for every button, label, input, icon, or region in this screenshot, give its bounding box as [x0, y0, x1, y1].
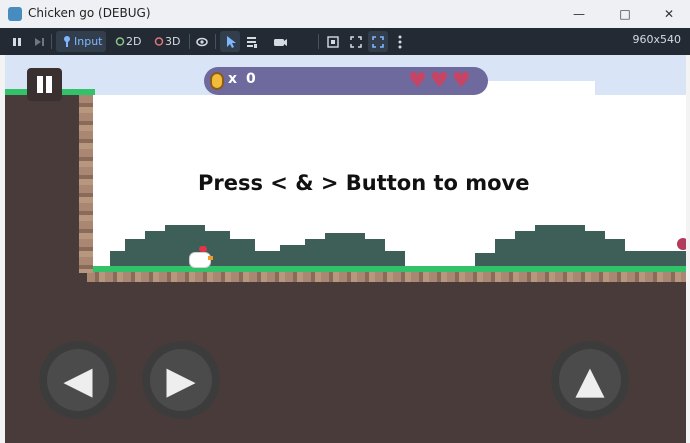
- cliff: [5, 93, 87, 283]
- list-icon: [247, 37, 257, 48]
- select-tool-button[interactable]: [220, 31, 240, 52]
- next-frame-icon: [35, 38, 44, 46]
- arrow-up-icon: ▲: [575, 358, 605, 402]
- window-title: Chicken go (DEBUG): [28, 6, 151, 20]
- minimize-button[interactable]: —: [556, 0, 602, 28]
- move-left-button[interactable]: ◀: [39, 341, 117, 419]
- camera-button[interactable]: [271, 31, 289, 52]
- pause-button[interactable]: [27, 68, 62, 101]
- list-tool-button[interactable]: [243, 31, 261, 52]
- joystick-icon: [64, 36, 70, 47]
- coin-icon: [210, 72, 224, 90]
- mode-2d-button[interactable]: 2D: [112, 31, 148, 52]
- fit-icon: [327, 36, 339, 48]
- tutorial-message: Press < & > Button to move: [198, 171, 530, 195]
- camera-icon: [274, 39, 287, 46]
- heart-icon: ♥: [430, 68, 449, 92]
- jump-button[interactable]: ▲: [551, 341, 629, 419]
- chicken-player: [187, 246, 213, 268]
- toolbar-separator: [189, 34, 190, 49]
- hud-bar: x 0 ♥ ♥ ♥: [204, 67, 488, 95]
- toolbar-separator: [215, 34, 216, 49]
- input-toggle[interactable]: Input: [56, 31, 106, 52]
- more-icon: [398, 35, 402, 49]
- suspend-button[interactable]: [8, 31, 26, 52]
- cliff-rock-edge: [79, 95, 93, 273]
- game-viewport[interactable]: x 0 ♥ ♥ ♥ Press < & > Button to move ◀ ▶…: [5, 55, 686, 443]
- enemy-sprite: [677, 238, 686, 250]
- visibility-button[interactable]: [193, 31, 211, 52]
- arrow-right-icon: ▶: [166, 358, 196, 402]
- mode-2d-label: 2D: [126, 35, 142, 48]
- mode-3d-label: 3D: [165, 35, 181, 48]
- more-options-button[interactable]: [393, 31, 407, 52]
- close-button[interactable]: ✕: [646, 0, 690, 28]
- input-label: Input: [74, 35, 103, 48]
- coin-count: 0: [246, 71, 256, 87]
- maximize-button[interactable]: □: [602, 0, 648, 28]
- cursor-icon: [227, 36, 236, 48]
- expand-button[interactable]: [347, 31, 365, 52]
- coin-multiplier: x: [228, 71, 238, 87]
- next-frame-button[interactable]: [30, 31, 48, 52]
- ring-icon-3d: [154, 37, 164, 46]
- godot-icon: [8, 7, 22, 21]
- resolution-label: 960x540: [632, 33, 681, 46]
- mode-3d-button[interactable]: 3D: [151, 31, 187, 52]
- pause-icon: [13, 38, 21, 46]
- ring-icon-2d: [115, 37, 125, 46]
- window-titlebar: Chicken go (DEBUG) — □ ✕: [0, 0, 690, 28]
- debug-toolbar: Input 2D 3D: [0, 28, 690, 55]
- rock-edge: [87, 272, 686, 282]
- fit-button[interactable]: [324, 31, 342, 52]
- toolbar-separator: [51, 34, 52, 49]
- fullscreen-icon: [372, 36, 384, 48]
- eye-icon: [196, 37, 208, 47]
- fullscreen-button[interactable]: [368, 31, 388, 52]
- heart-icon: ♥: [452, 68, 471, 92]
- move-right-button[interactable]: ▶: [142, 341, 220, 419]
- toolbar-separator: [318, 34, 319, 49]
- expand-icon: [350, 36, 362, 48]
- arrow-left-icon: ◀: [63, 358, 93, 402]
- heart-icon: ♥: [408, 68, 427, 92]
